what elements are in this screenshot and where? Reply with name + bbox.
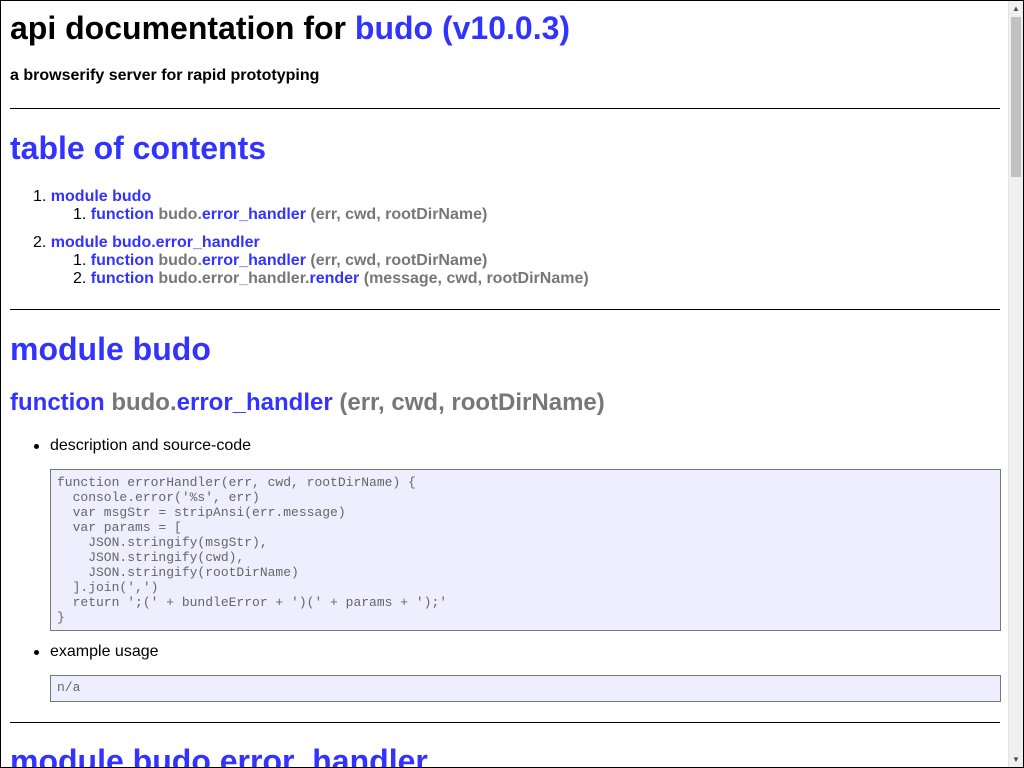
toc-prefix: budo.error_handler.	[158, 270, 310, 287]
toc-fn-name[interactable]: error_handler	[202, 206, 306, 223]
page-title: api documentation for budo (v10.0.3)	[10, 10, 570, 46]
subtitle: a browserify server for rapid prototypin…	[10, 67, 320, 84]
toc-subitem[interactable]: 2. function budo.error_handler.render (m…	[73, 270, 589, 288]
example-label: example usage	[50, 643, 159, 660]
source-code-block: function errorHandler(err, cwd, rootDirN…	[50, 469, 1001, 631]
toc-args: (err, cwd, rootDirName)	[310, 206, 488, 223]
toc-num: 1.	[33, 188, 47, 205]
toc-link[interactable]: module budo.error_handler	[51, 234, 260, 251]
toc-kw[interactable]: function	[91, 206, 154, 223]
toc-item[interactable]: 1. module budo	[33, 188, 151, 206]
toc-link[interactable]: module budo	[51, 188, 151, 205]
toc-num: 2.	[73, 270, 87, 287]
divider	[10, 108, 1000, 109]
toc-title: table of contents	[10, 130, 267, 166]
divider	[10, 722, 1000, 723]
divider	[10, 309, 1000, 310]
fn-args: (err, cwd, rootDirName)	[339, 389, 605, 416]
fn-name: error_handler	[176, 389, 333, 416]
toc-subitem[interactable]: 1. function budo.error_handler (err, cwd…	[73, 206, 487, 224]
fn-prefix: budo.	[111, 389, 177, 416]
bullet-icon	[34, 650, 39, 655]
module-title: module budo.error_handler	[10, 743, 428, 768]
toc-prefix: budo.	[158, 252, 202, 269]
scroll-up-icon[interactable]: ▲	[1012, 4, 1020, 13]
bullet-icon	[34, 444, 39, 449]
toc-args: (message, cwd, rootDirName)	[363, 270, 589, 287]
toc-fn-name[interactable]: error_handler	[202, 252, 306, 269]
package-link[interactable]: budo (v10.0.3)	[355, 10, 570, 46]
scrollbar-thumb[interactable]	[1011, 17, 1021, 177]
toc-num: 1.	[73, 206, 87, 223]
toc-kw[interactable]: function	[91, 252, 154, 269]
toc-item[interactable]: 2. module budo.error_handler	[33, 234, 260, 252]
description-label: description and source-code	[50, 437, 252, 454]
toc-subitem[interactable]: 1. function budo.error_handler (err, cwd…	[73, 252, 487, 270]
fn-kw: function	[10, 389, 105, 416]
toc-num: 1.	[73, 252, 87, 269]
toc-args: (err, cwd, rootDirName)	[310, 252, 488, 269]
function-heading: function budo.error_handler (err, cwd, r…	[10, 389, 605, 417]
toc-kw[interactable]: function	[91, 270, 154, 287]
toc-num: 2.	[33, 234, 47, 251]
page: api documentation for budo (v10.0.3) a b…	[0, 0, 1024, 768]
scroll-down-icon[interactable]: ▼	[1012, 755, 1020, 764]
module-title: module budo	[10, 331, 211, 367]
vertical-scrollbar[interactable]: ▲ ▼	[1008, 1, 1023, 767]
toc-prefix: budo.	[158, 206, 202, 223]
title-text: api documentation for	[10, 10, 355, 46]
example-code-block: n/a	[50, 675, 1001, 702]
toc-fn-name[interactable]: render	[309, 270, 359, 287]
